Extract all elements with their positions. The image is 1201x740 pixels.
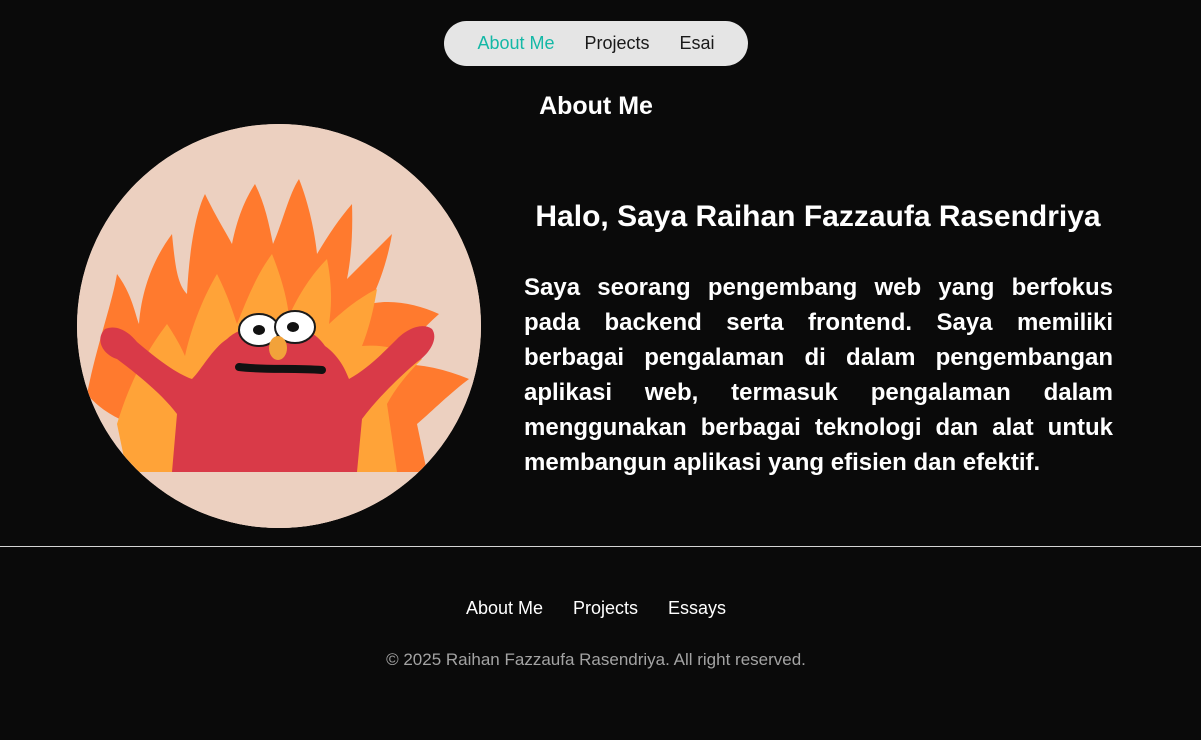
nav-link-projects[interactable]: Projects [585, 33, 650, 54]
footer-link-about-me[interactable]: About Me [466, 598, 543, 619]
headline: Halo, Saya Raihan Fazzaufa Rasendriya [535, 200, 1101, 233]
page: About Me Projects Esai About Me Halo, Sa [0, 0, 1201, 740]
bio-paragraph: Saya seorang pengembang web yang berfoku… [524, 274, 1113, 476]
footer-link-essays[interactable]: Essays [668, 598, 726, 619]
copyright: © 2025 Raihan Fazzaufa Rasendriya. All r… [386, 650, 806, 669]
nav-link-esai[interactable]: Esai [680, 33, 715, 54]
nav-link-about-me[interactable]: About Me [477, 33, 554, 54]
top-nav: About Me Projects Esai [444, 21, 748, 66]
divider [0, 546, 1201, 547]
footer-link-projects[interactable]: Projects [573, 598, 638, 619]
elmo-fire-meme-avatar-icon [77, 124, 481, 528]
section-title: About Me [539, 92, 653, 120]
footer-nav: About Me Projects Essays [0, 598, 1192, 619]
avatar [77, 124, 481, 528]
